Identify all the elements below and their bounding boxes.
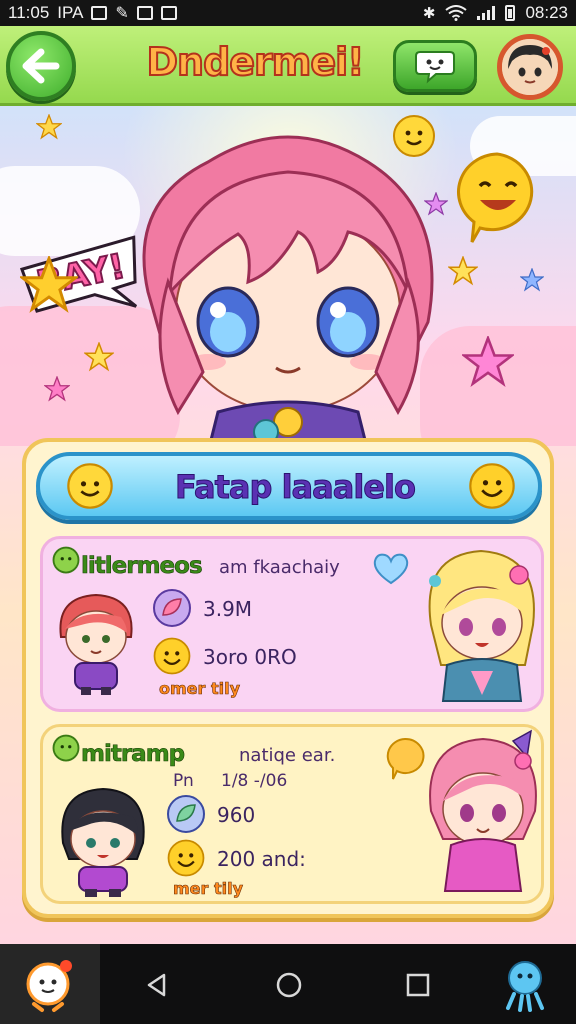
star-icon [462,336,514,387]
flower-badge-icon [52,546,80,574]
stat-value: 3.9M [203,597,253,621]
android-home-icon[interactable] [275,971,303,999]
smiley-icon [167,839,205,877]
status-time: 11:05 [8,3,50,22]
status-bar: 11:05 IPA ✎ ✱ 08:23 [0,0,576,26]
character-avatar [59,593,133,695]
smiley-icon [153,637,191,675]
stat-value: 3oro 0RO [203,645,297,669]
list-item[interactable]: litlermeos am fkaachaiy 3.9M 3oro 0RO om… [40,536,544,712]
card-title: mitramp [81,741,186,768]
star-icon [20,256,78,313]
heart-icon [373,553,409,585]
android-back-icon[interactable] [144,972,170,998]
list-item[interactable]: mitramp natiqe ear. Pn 1/8 -/06 960 200 … [40,724,544,904]
leaf-badge-icon [167,795,205,833]
card-subtitle: natiqe ear. [239,745,336,766]
app-title: Dndermei! [145,39,365,85]
card-tag: omer tily [159,679,241,699]
screenshot-icon [160,6,177,20]
sim-icon [136,6,153,20]
notification-icon [91,6,108,20]
smiley-icon [469,463,515,509]
leaf-badge-icon [153,589,191,627]
card-subtitle-small: 1/8 -/06 [221,771,288,791]
edit-icon: ✎ [115,5,129,22]
star-icon [36,114,62,140]
stat-value: 200 and: [217,847,306,871]
back-button[interactable] [6,31,76,101]
stat-value: 960 [217,803,256,827]
profile-avatar[interactable] [497,34,563,100]
mascot-icon [26,960,72,1012]
card-tag: mer tily [173,879,244,899]
bluetooth-icon: ✱ [422,5,436,22]
star-icon [520,268,544,292]
character-avatar [429,729,537,892]
speech-bubble-icon [386,737,425,780]
card-title: litlermeos [81,553,203,580]
app-screen: 11:05 IPA ✎ ✱ 08:23 Dndermei! BAY! Fatap… [0,0,576,1024]
battery-icon [505,5,516,21]
flower-badge-icon [52,734,80,762]
top-app-bar: Dndermei! [0,26,576,106]
status-label: IPA [57,3,84,22]
section-banner[interactable]: Fatap laaalelo [36,452,542,520]
wifi-icon [445,5,468,21]
chibi-girl-illustration [142,135,434,446]
blue-mascot-icon[interactable] [500,956,550,1012]
chat-button[interactable] [393,40,477,92]
status-clock-right: 08:23 [525,3,568,22]
character-avatar [61,787,145,897]
card-subtitle: am fkaachaiy [219,557,340,578]
profile-face-illustration [502,39,558,95]
smiley-flower-icon [67,463,113,509]
chat-bubble-icon [415,51,455,84]
app-shortcut-button[interactable] [0,944,100,1024]
card-subtitle-small: Pn [173,771,194,791]
hero-illustration: BAY! [0,106,576,446]
star-icon [44,376,70,402]
android-recents-icon[interactable] [405,972,431,998]
banner-title: Fatap laaalelo [175,468,417,507]
character-avatar [428,549,535,702]
system-navigation-bar [0,944,576,1024]
content-panel: Fatap laaalelo litlermeos am fkaachaiy 3… [22,438,554,918]
back-arrow-icon [22,48,60,84]
signal-icon [477,6,496,20]
